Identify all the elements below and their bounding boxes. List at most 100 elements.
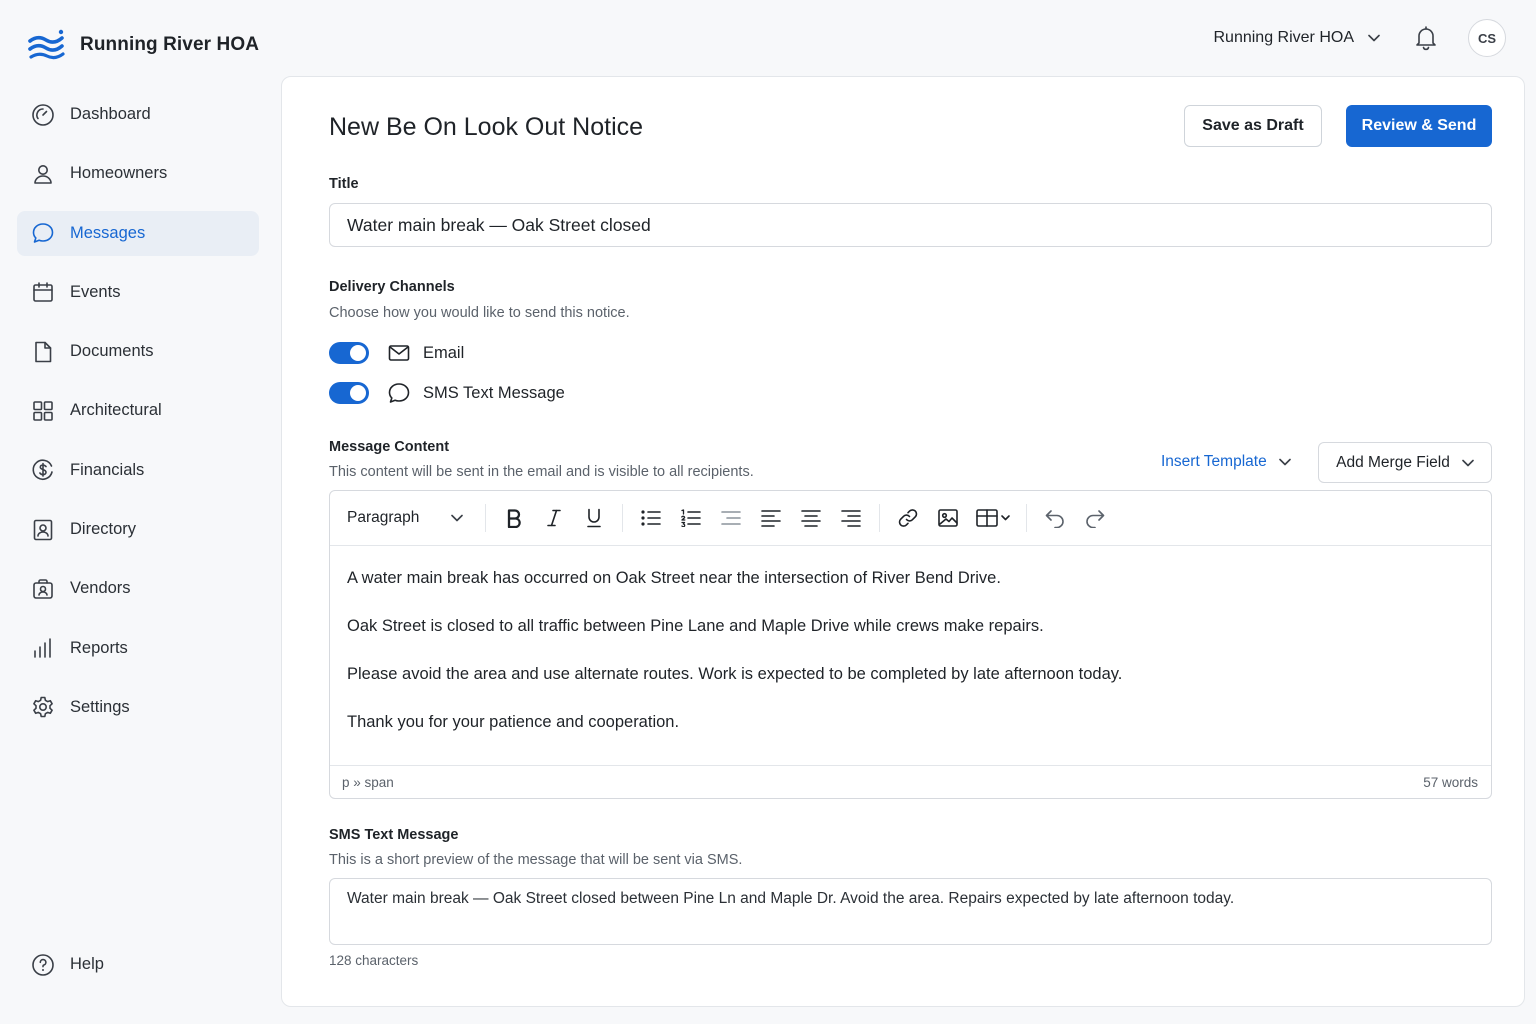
sidebar-item-label: Documents [70, 342, 154, 361]
title-input[interactable]: Water main break — Oak Street closed [329, 203, 1492, 247]
undo-icon [1044, 508, 1066, 528]
sidebar-item-label: Dashboard [70, 105, 151, 123]
page-title: New Be On Look Out Notice [329, 113, 644, 141]
toolbar-divider [879, 504, 880, 532]
editor-paragraph: Thank you for your patience and cooperat… [347, 713, 680, 732]
chat-bubble-icon [387, 381, 411, 405]
notifications-button[interactable] [1414, 25, 1438, 51]
rich-text-editor: Paragraph A water main break has occurre… [329, 490, 1492, 799]
sidebar-item-help[interactable]: Help [17, 942, 259, 987]
table-icon [975, 508, 1011, 528]
user-icon [31, 162, 55, 186]
outdent-icon [720, 509, 742, 527]
sidebar-item-label: Help [70, 955, 104, 973]
review-send-button[interactable]: Review & Send [1346, 105, 1492, 147]
toolbar-divider [485, 504, 486, 532]
image-icon [937, 508, 959, 528]
element-path: p » span [342, 774, 394, 790]
insert-template-button[interactable]: Insert Template [1161, 453, 1291, 471]
sms-textarea[interactable]: Water main break — Oak Street closed bet… [329, 878, 1492, 945]
align-left-icon [760, 509, 782, 527]
contact-card-icon [31, 518, 55, 542]
chevron-down-icon [451, 514, 463, 522]
insert-image-button[interactable] [928, 502, 968, 534]
sidebar-item-events[interactable]: Events [17, 270, 259, 315]
document-icon [31, 340, 55, 364]
bold-icon [505, 508, 523, 528]
brand[interactable]: Running River HOA [28, 28, 259, 62]
undo-button[interactable] [1035, 502, 1075, 534]
add-merge-field-button[interactable]: Add Merge Field [1318, 442, 1492, 483]
vendor-icon [31, 577, 55, 601]
underline-button[interactable] [574, 502, 614, 534]
chevron-down-icon [1368, 34, 1380, 42]
org-switcher[interactable]: Running River HOA [1214, 29, 1381, 47]
calendar-icon [31, 280, 55, 304]
numbered-list-button[interactable] [671, 502, 711, 534]
bullet-list-button[interactable] [631, 502, 671, 534]
channel-email: Email [329, 341, 464, 365]
bell-icon [1414, 25, 1438, 51]
save-draft-button[interactable]: Save as Draft [1184, 105, 1322, 147]
sidebar-item-financials[interactable]: Financials [17, 448, 259, 493]
chevron-down-icon [1278, 458, 1291, 466]
sidebar-item-label: Architectural [70, 401, 162, 420]
toolbar-divider [622, 504, 623, 532]
outdent-button[interactable] [711, 502, 751, 534]
align-left-button[interactable] [751, 502, 791, 534]
sidebar-item-documents[interactable]: Documents [17, 329, 259, 374]
redo-icon [1084, 508, 1106, 528]
email-channel-label: Email [423, 343, 465, 362]
redo-button[interactable] [1075, 502, 1115, 534]
sidebar-item-vendors[interactable]: Vendors [17, 566, 259, 611]
italic-icon [546, 508, 562, 528]
word-count: 57 words [1423, 774, 1478, 790]
sidebar-item-directory[interactable]: Directory [17, 507, 259, 552]
insert-template-label: Insert Template [1161, 453, 1267, 470]
align-center-button[interactable] [791, 502, 831, 534]
underline-icon [585, 507, 603, 529]
mail-icon [387, 341, 411, 365]
title-input-value: Water main break — Oak Street closed [347, 214, 651, 235]
delivery-channels-help: Choose how you would like to send this n… [329, 305, 630, 321]
sidebar-item-messages[interactable]: Messages [17, 210, 259, 256]
toggle-knob [350, 345, 366, 361]
sidebar-item-settings[interactable]: Settings [17, 685, 259, 730]
message-content-label: Message Content [329, 439, 450, 455]
chat-bubble-icon [31, 221, 55, 245]
sidebar: Dashboard Homeowners Messages Events Doc… [17, 92, 259, 744]
sms-textarea-value: Water main break — Oak Street closed bet… [347, 890, 1235, 907]
notice-form-card: New Be On Look Out Notice Save as Draft … [281, 76, 1525, 1007]
sidebar-item-label: Reports [70, 638, 128, 657]
sidebar-item-dashboard[interactable]: Dashboard [17, 92, 259, 137]
sms-channel-label: SMS Text Message [423, 383, 565, 402]
sidebar-item-label: Homeowners [70, 164, 168, 183]
brand-name: Running River HOA [80, 34, 260, 55]
message-content-help: This content will be sent in the email a… [329, 464, 754, 480]
paragraph-style-select[interactable]: Paragraph [347, 509, 477, 527]
insert-table-button[interactable] [968, 502, 1018, 534]
sidebar-item-label: Financials [70, 460, 145, 479]
editor-paragraph: A water main break has occurred on Oak S… [347, 569, 1001, 587]
avatar[interactable]: CS [1468, 19, 1506, 57]
sms-character-count: 128 characters [329, 953, 419, 968]
sms-toggle[interactable] [329, 382, 369, 404]
toolbar-divider [1026, 504, 1027, 532]
sidebar-item-reports[interactable]: Reports [17, 626, 259, 671]
numbered-list-icon [680, 509, 702, 527]
sms-text-label: SMS Text Message [329, 827, 459, 843]
align-right-button[interactable] [831, 502, 871, 534]
bold-button[interactable] [494, 502, 534, 534]
email-toggle[interactable] [329, 342, 369, 364]
insert-link-button[interactable] [888, 502, 928, 534]
sidebar-item-architectural[interactable]: Architectural [17, 388, 259, 433]
editor-content[interactable]: A water main break has occurred on Oak S… [330, 546, 1491, 733]
sidebar-item-homeowners[interactable]: Homeowners [17, 151, 259, 196]
bar-chart-icon [31, 636, 55, 660]
align-right-icon [840, 509, 862, 527]
link-icon [897, 507, 919, 529]
title-label: Title [329, 176, 359, 192]
italic-button[interactable] [534, 502, 574, 534]
top-bar: Running River HOA CS [1214, 19, 1506, 57]
bullet-list-icon [640, 509, 662, 527]
